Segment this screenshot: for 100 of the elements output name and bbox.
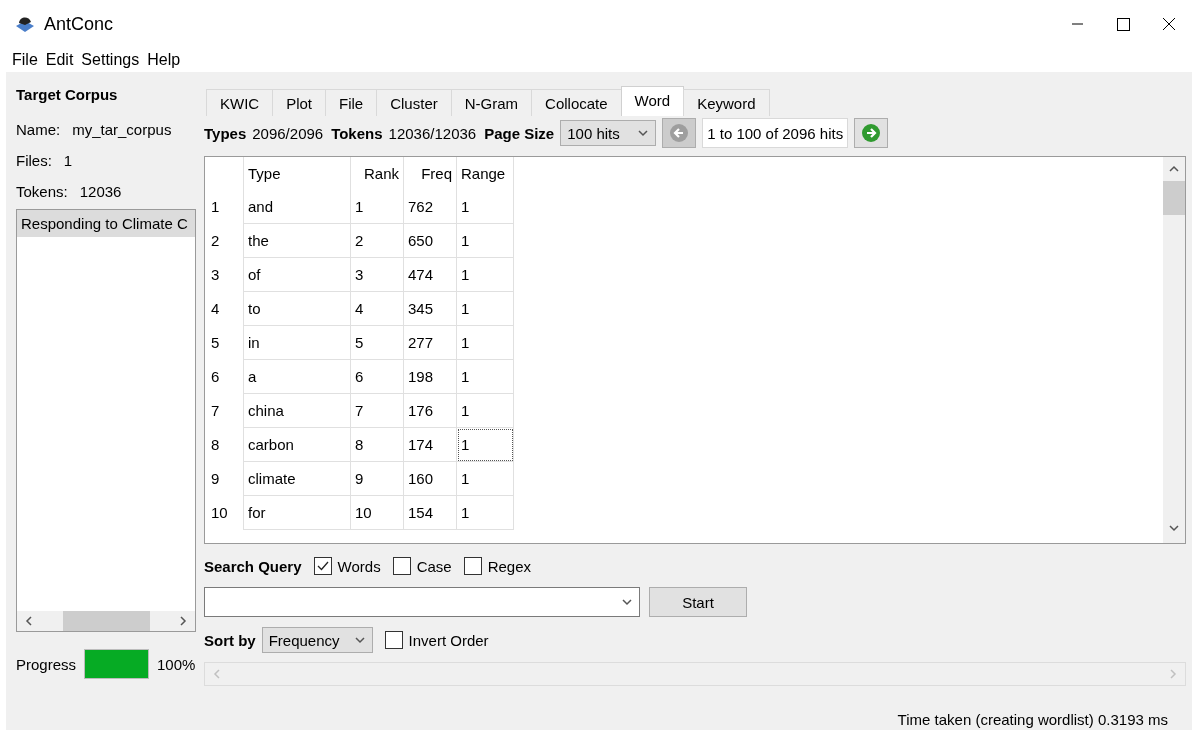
row-number: 4 (205, 291, 244, 326)
table-cell: 277 (403, 325, 457, 360)
menu-item[interactable]: Settings (77, 51, 144, 69)
horizontal-scrollbar[interactable] (17, 611, 195, 631)
table-cell: 1 (350, 190, 404, 224)
progress-bar (84, 649, 150, 679)
field-label: Tokens: (16, 183, 68, 200)
row-number: 5 (205, 325, 244, 360)
checkbox-label: Case (416, 557, 452, 575)
table-cell: 8 (350, 427, 404, 462)
file-item[interactable]: Responding to Climate C (17, 210, 195, 237)
stat-label: Types (204, 124, 247, 142)
table-cell: to (243, 291, 351, 326)
checkbox[interactable] (384, 631, 403, 649)
table-cell: 176 (403, 393, 457, 428)
row-number: 9 (205, 461, 244, 496)
row-number: 10 (205, 495, 244, 530)
scroll-right-icon[interactable] (177, 615, 189, 627)
row-number: 8 (205, 427, 244, 462)
tab[interactable]: Keyword (683, 89, 770, 116)
table-cell: 9 (350, 461, 404, 496)
table-cell: 345 (403, 291, 457, 326)
row-number: 7 (205, 393, 244, 428)
field-value: my_tar_corpus (72, 121, 172, 138)
table-cell: of (243, 257, 351, 292)
checkbox[interactable] (313, 557, 332, 575)
table-cell: 4 (350, 291, 404, 326)
scroll-down-icon[interactable] (1168, 522, 1180, 534)
table-cell: carbon (243, 427, 351, 462)
search-query-label: Search Query (204, 557, 302, 575)
row-number: 2 (205, 223, 244, 258)
table-cell: 160 (403, 461, 457, 496)
table-cell: 3 (350, 257, 404, 292)
table-cell: china (243, 393, 351, 428)
sort-dropdown[interactable]: Frequency (261, 627, 373, 653)
table-cell: 10 (350, 495, 404, 530)
page-range: 1 to 100 of 2096 hits (702, 118, 849, 148)
scroll-left-icon[interactable] (23, 615, 35, 627)
sort-label: Sort by (204, 631, 256, 649)
table-cell: in (243, 325, 351, 360)
table-cell: 154 (403, 495, 457, 530)
table-cell: 1 (456, 223, 514, 258)
checkbox-label: Regex (487, 557, 532, 575)
table-cell: 1 (456, 495, 514, 530)
row-number: 6 (205, 359, 244, 394)
scrollbar-thumb[interactable] (62, 611, 150, 631)
table-cell: 1 (456, 461, 514, 496)
column-header[interactable]: Type (243, 157, 351, 190)
page-size-dropdown[interactable]: 100 hits (560, 120, 657, 146)
corpus-heading: Target Corpus (16, 86, 119, 105)
table-cell: for (243, 495, 351, 530)
table-cell: 1 (456, 325, 514, 360)
menu-item[interactable]: File (8, 51, 42, 69)
chevron-down-icon[interactable] (353, 634, 366, 646)
window-title: AntConc (44, 13, 114, 35)
table-cell: 1 (456, 291, 514, 326)
column-header[interactable]: Rank (350, 157, 404, 190)
vertical-scrollbar[interactable] (1163, 157, 1185, 543)
table-cell: 6 (350, 359, 404, 394)
table-cell: 2 (350, 223, 404, 258)
chevron-down-icon[interactable] (637, 127, 650, 139)
field-label: Name: (16, 121, 61, 138)
column-header[interactable]: Freq (403, 157, 457, 190)
menu-item[interactable]: Edit (41, 51, 78, 69)
table-cell: 1 (456, 359, 514, 394)
table-cell: and (243, 190, 351, 224)
checkbox[interactable] (463, 557, 482, 575)
table-cell: climate (243, 461, 351, 496)
field-label: Files: (16, 152, 52, 169)
table-cell: 1 (456, 393, 514, 428)
table-cell: 474 (403, 257, 457, 292)
tab[interactable]: KWIC (206, 89, 274, 116)
stat-label: Tokens (331, 124, 383, 142)
menu-item[interactable]: Help (143, 51, 185, 69)
checkbox[interactable] (392, 557, 411, 575)
status-text: Time taken (creating wordlist) 0.3193 ms (897, 711, 1168, 728)
table-cell: 1 (456, 427, 514, 462)
search-field[interactable] (204, 587, 640, 617)
table-cell: 7 (350, 393, 404, 428)
tab[interactable]: Word (620, 86, 685, 116)
row-number: 3 (205, 257, 244, 292)
table-cell: 1 (456, 190, 514, 224)
scrollbar-thumb[interactable] (1163, 181, 1185, 215)
table-cell: the (243, 223, 351, 258)
page-size-label: Page Size (484, 124, 555, 142)
progress-label: Progress (16, 655, 77, 673)
field-value: 1 (63, 152, 73, 169)
table-cell: 198 (403, 359, 457, 394)
column-header[interactable]: Range (456, 157, 514, 190)
checkbox-label: Invert Order (408, 631, 489, 649)
field-value: 12036 (79, 183, 122, 200)
start-button[interactable]: Start (649, 587, 747, 617)
table-cell: a (243, 359, 351, 394)
progress-reading: 100% (157, 655, 196, 673)
table-cell: 1 (456, 257, 514, 292)
table-cell: 5 (350, 325, 404, 360)
checkbox-label: Words (337, 557, 381, 575)
next-page-button[interactable] (854, 118, 889, 148)
chevron-down-icon[interactable] (621, 596, 633, 608)
stat-value: 12036/12036 (388, 124, 477, 142)
